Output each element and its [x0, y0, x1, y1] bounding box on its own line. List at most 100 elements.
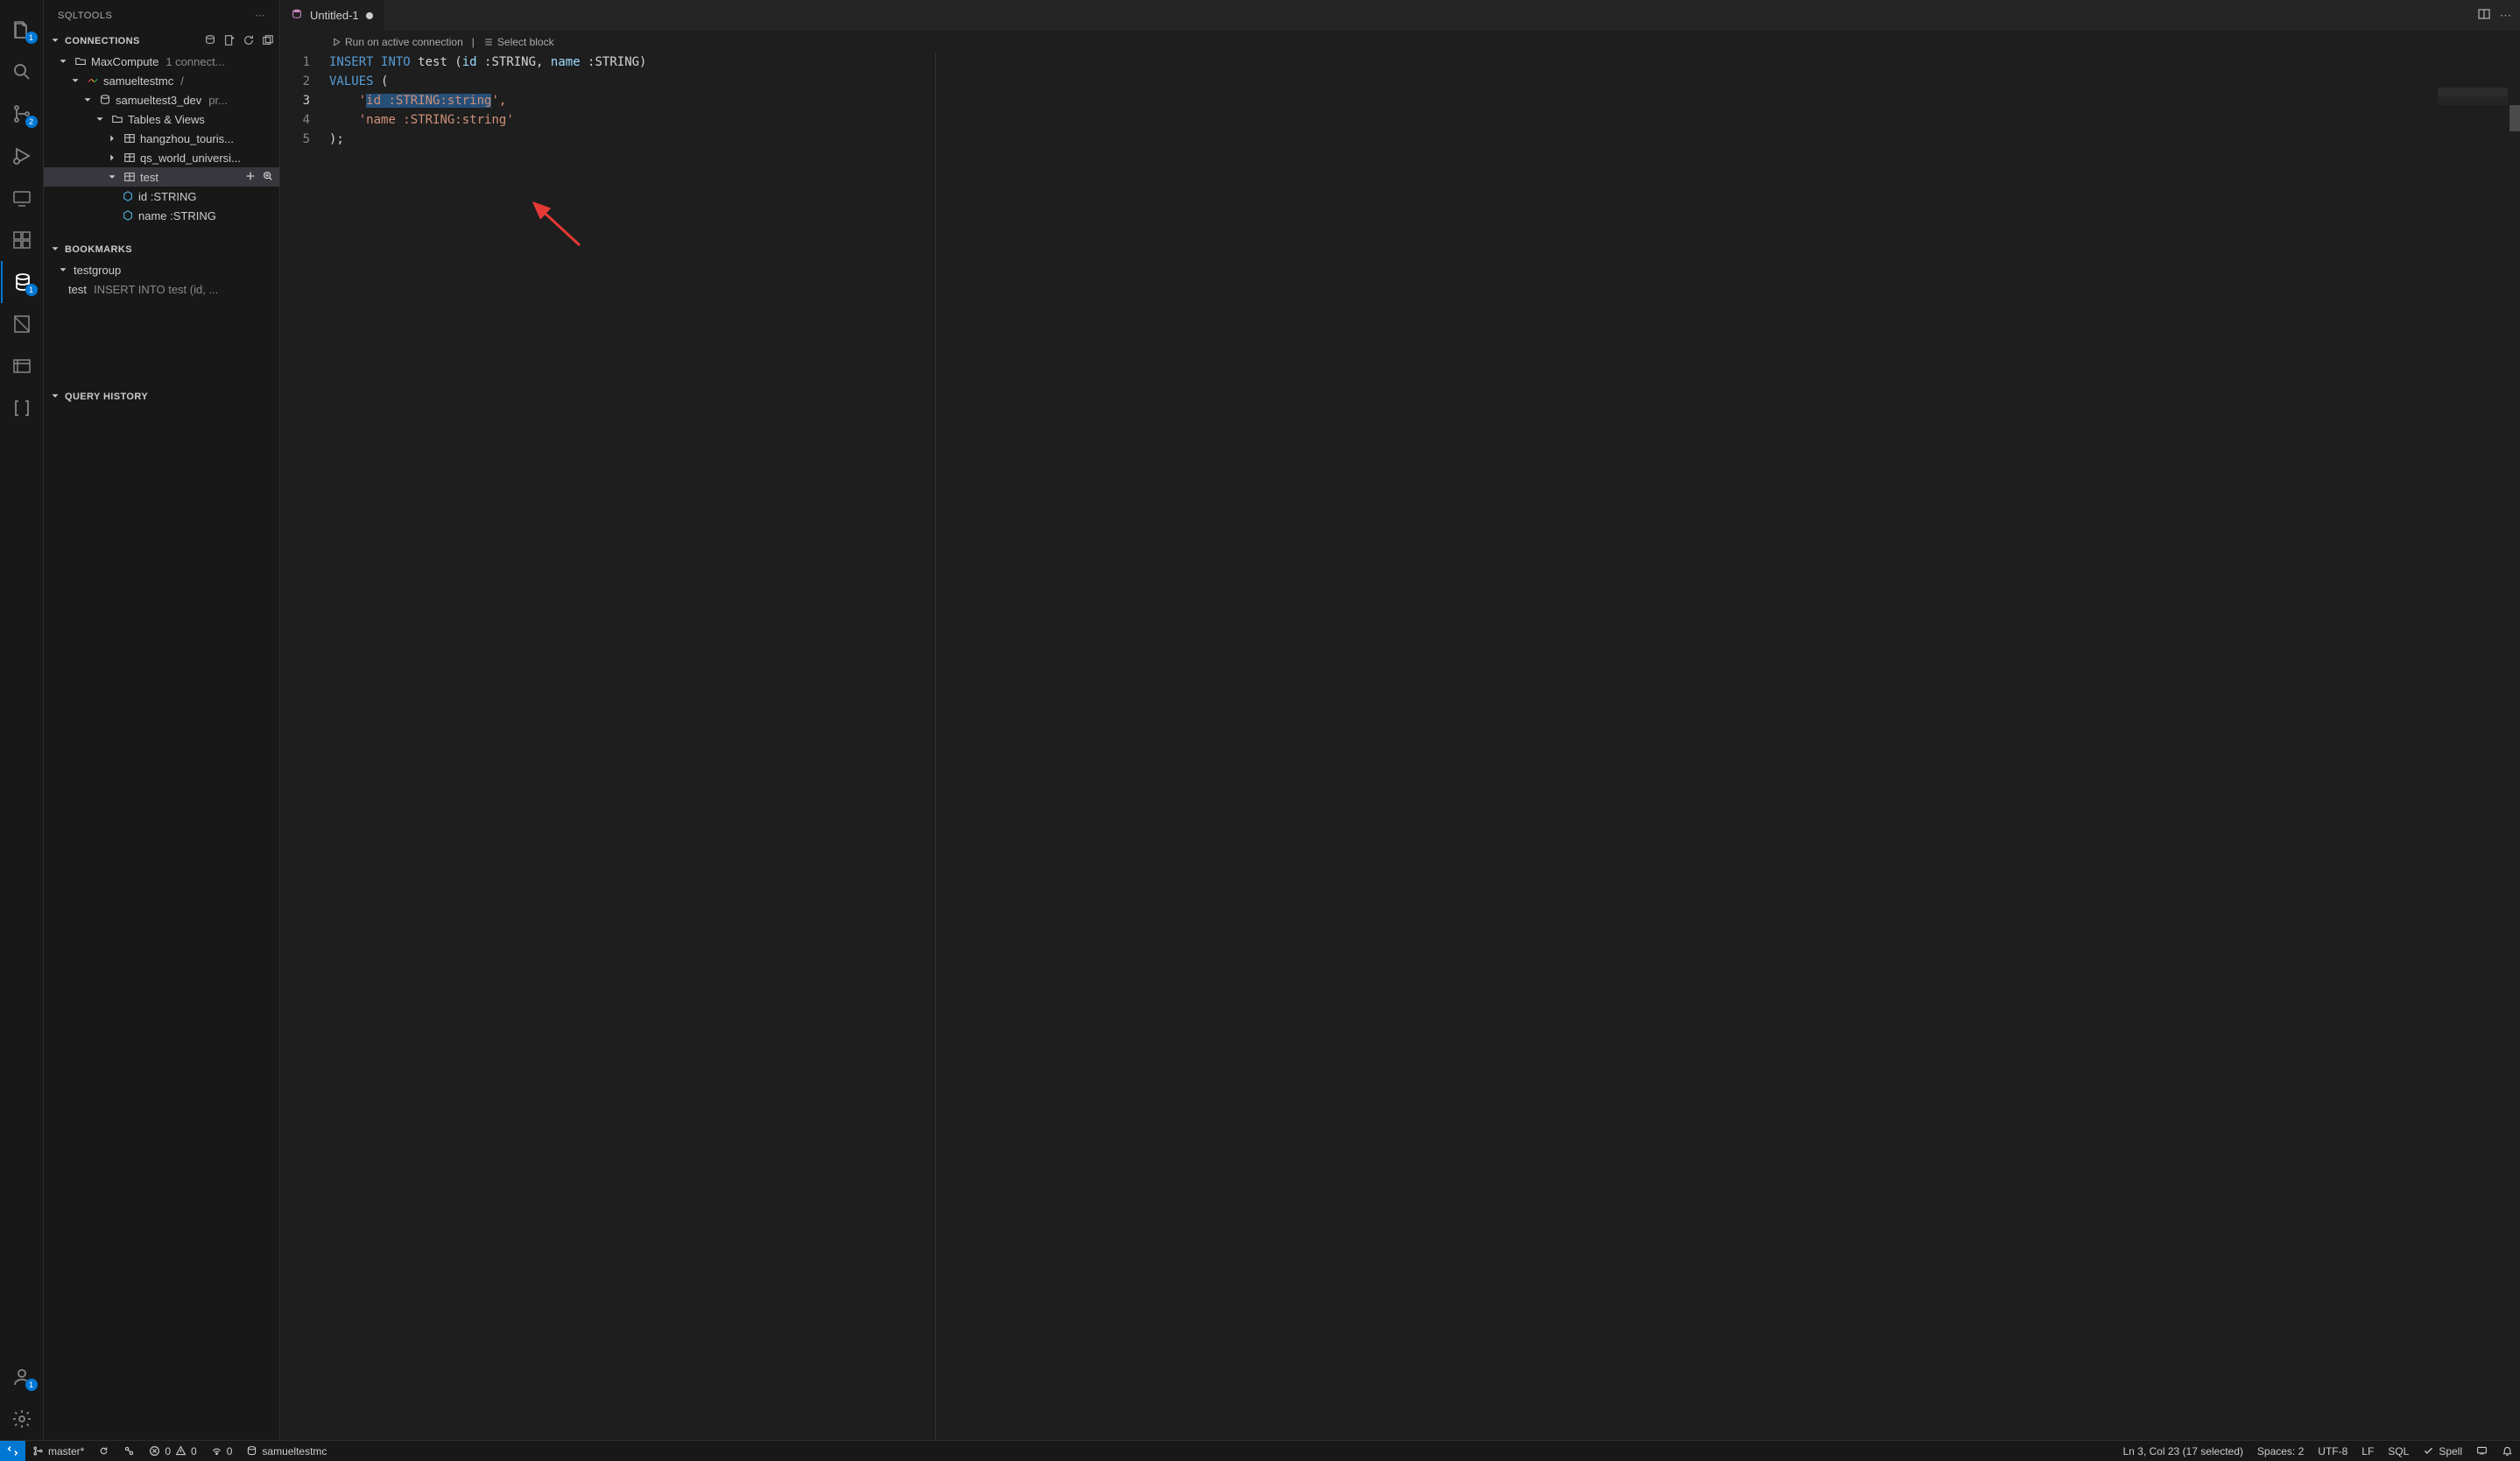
- conn-hint: 1 connect...: [165, 55, 224, 68]
- status-feedback[interactable]: [2469, 1441, 2495, 1461]
- chevron-down-icon: [49, 243, 61, 258]
- collapse-all-icon[interactable]: [262, 34, 274, 49]
- chevron-down-icon: [49, 34, 61, 49]
- status-encoding[interactable]: UTF-8: [2311, 1441, 2355, 1461]
- conn-label: samueltest3_dev: [116, 94, 201, 107]
- sql-file-icon: [291, 8, 303, 23]
- section-bookmarks-label: BOOKMARKS: [65, 244, 132, 255]
- minimap[interactable]: [2438, 88, 2508, 105]
- chevron-down-icon: [56, 264, 70, 276]
- database-icon: [98, 94, 112, 106]
- section-history-label: QUERY HISTORY: [65, 392, 148, 402]
- tree-label: hangzhou_touris...: [140, 132, 234, 145]
- status-connection[interactable]: samueltestmc: [239, 1441, 334, 1461]
- connection-icon: [86, 74, 100, 87]
- refresh-icon[interactable]: [243, 34, 255, 49]
- activity-notebook[interactable]: [1, 303, 43, 345]
- tab-untitled-1[interactable]: Untitled-1: [280, 0, 384, 31]
- conn-hint: pr...: [208, 94, 228, 107]
- activity-search[interactable]: [1, 51, 43, 93]
- activity-extensions[interactable]: [1, 219, 43, 261]
- activity-explorer[interactable]: 1: [1, 9, 43, 51]
- eol-label: LF: [2362, 1445, 2374, 1457]
- new-sql-file-icon[interactable]: [223, 34, 236, 49]
- chevron-down-icon: [56, 55, 70, 67]
- section-connections-header[interactable]: CONNECTIONS: [44, 31, 279, 52]
- new-connection-icon[interactable]: [204, 34, 216, 49]
- tables-views[interactable]: Tables & Views: [44, 109, 279, 129]
- status-ports[interactable]: 0: [204, 1441, 240, 1461]
- status-remote[interactable]: [0, 1441, 25, 1461]
- indent-label: Spaces: 2: [2257, 1445, 2304, 1457]
- chevron-down-icon: [105, 171, 119, 183]
- ident-id: id: [462, 55, 477, 69]
- activity-run-debug[interactable]: [1, 135, 43, 177]
- badge: 1: [25, 1379, 38, 1391]
- str-q: ': [359, 94, 366, 108]
- activity-sqltools[interactable]: 1: [1, 261, 43, 303]
- code-editor[interactable]: 1 2 3 4 5 INSERT INTO test (id :STRING, …: [280, 53, 2520, 1440]
- status-cursor[interactable]: Ln 3, Col 23 (17 selected): [2115, 1441, 2249, 1461]
- status-eol[interactable]: LF: [2355, 1441, 2381, 1461]
- kw-into: INTO: [381, 55, 411, 69]
- status-problems[interactable]: 0 0: [142, 1441, 203, 1461]
- bookmark-item[interactable]: test INSERT INTO test (id, ...: [44, 279, 279, 299]
- chevron-right-icon: [105, 132, 119, 145]
- section-bookmarks-header[interactable]: BOOKMARKS: [44, 239, 279, 260]
- section-connections-label: CONNECTIONS: [65, 36, 140, 46]
- connection-label: samueltestmc: [262, 1445, 327, 1457]
- status-sync[interactable]: [91, 1441, 116, 1461]
- column-id[interactable]: id :STRING: [44, 187, 279, 206]
- ident-name: name: [551, 55, 581, 69]
- status-notifications[interactable]: [2495, 1441, 2520, 1461]
- activity-accounts[interactable]: 1: [1, 1356, 43, 1398]
- tree-hint: INSERT INTO test (id, ...: [94, 283, 218, 296]
- folder-open-icon: [110, 113, 124, 125]
- conn-samueltestmc[interactable]: samueltestmc /: [44, 71, 279, 90]
- status-indent[interactable]: Spaces: 2: [2250, 1441, 2311, 1461]
- chevron-down-icon: [68, 74, 82, 87]
- conn-maxcompute[interactable]: MaxCompute 1 connect...: [44, 52, 279, 71]
- status-live-share[interactable]: [116, 1441, 142, 1461]
- table-test[interactable]: test: [44, 167, 279, 187]
- activity-project[interactable]: [1, 345, 43, 387]
- status-branch[interactable]: master*: [25, 1441, 91, 1461]
- insert-record-icon[interactable]: [244, 170, 257, 185]
- activity-source-control[interactable]: 2: [1, 93, 43, 135]
- activity-brackets[interactable]: [1, 387, 43, 429]
- chevron-right-icon: [105, 152, 119, 164]
- table-hangzhou[interactable]: hangzhou_touris...: [44, 129, 279, 148]
- type-id: :STRING,: [477, 55, 551, 69]
- chevron-down-icon: [49, 390, 61, 405]
- magnify-icon[interactable]: [262, 170, 274, 185]
- connections-tree: MaxCompute 1 connect... samueltestmc / s…: [44, 52, 279, 225]
- sidebar-more-icon[interactable]: ⋯: [256, 10, 266, 21]
- code-content[interactable]: INSERT INTO test (id :STRING, name :STRI…: [322, 53, 2520, 1440]
- activity-settings[interactable]: [1, 1398, 43, 1440]
- split-editor-icon[interactable]: [2477, 7, 2491, 24]
- table-qs-world[interactable]: qs_world_universi...: [44, 148, 279, 167]
- sidebar: SQLTOOLS ⋯ CONNECTIONS MaxCompute: [44, 0, 280, 1440]
- badge: 2: [25, 116, 38, 128]
- status-bar: master* 0 0 0 samueltestmc Ln 3, Col 23 …: [0, 1440, 2520, 1461]
- status-spell[interactable]: Spell: [2416, 1441, 2469, 1461]
- sidebar-title: SQLTOOLS ⋯: [44, 0, 279, 31]
- conn-samueltest3-dev[interactable]: samueltest3_dev pr...: [44, 90, 279, 109]
- section-history-header[interactable]: QUERY HISTORY: [44, 386, 279, 407]
- column-name[interactable]: name :STRING: [44, 206, 279, 225]
- scrollbar-marker[interactable]: [2509, 105, 2520, 131]
- spell-label: Spell: [2439, 1445, 2462, 1457]
- select-block-button[interactable]: Select block: [483, 36, 554, 48]
- tree-label: id :STRING: [138, 190, 196, 203]
- conn-label: samueltestmc: [103, 74, 173, 88]
- activity-remote[interactable]: [1, 177, 43, 219]
- table-icon: [123, 171, 137, 183]
- selected-text: id :STRING:string: [366, 94, 491, 108]
- crumb-sep: |: [472, 36, 475, 48]
- status-language[interactable]: SQL: [2381, 1441, 2416, 1461]
- more-actions-icon[interactable]: ⋯: [2500, 9, 2511, 23]
- run-on-connection-button[interactable]: Run on active connection: [331, 36, 463, 48]
- bookmark-group[interactable]: testgroup: [44, 260, 279, 279]
- tree-label: test: [140, 171, 158, 184]
- ruler: [935, 53, 936, 1440]
